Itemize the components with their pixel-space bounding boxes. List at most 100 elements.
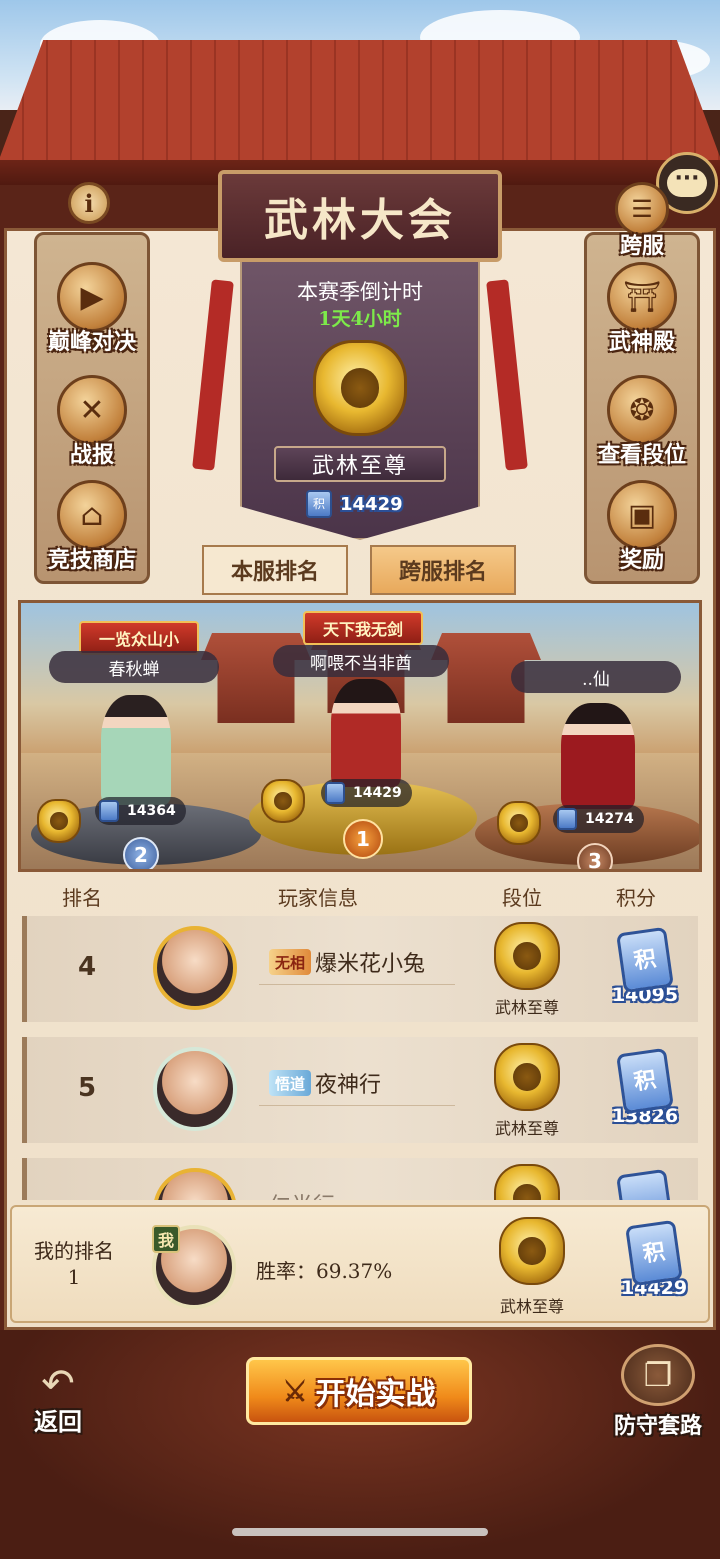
first-title-badge: 天下我无剑 bbox=[303, 611, 423, 645]
first-score: 14429 bbox=[321, 779, 412, 807]
martial-god-hall-button[interactable]: ⛩ 武神殿 bbox=[582, 262, 702, 356]
header-tier: 段位 bbox=[502, 885, 542, 910]
tab-local-server-ranking[interactable]: 本服排名 bbox=[202, 545, 348, 595]
tier-badge-icon bbox=[494, 922, 560, 990]
fighter-third-avatar[interactable] bbox=[561, 703, 635, 809]
player-info: 悟道 夜神行 bbox=[269, 1067, 381, 1099]
third-score-value: 14274 bbox=[585, 811, 634, 827]
row-score: 积 14095 bbox=[597, 926, 693, 1006]
second-tier-badge-icon bbox=[37, 799, 81, 843]
score-token-icon: 积 bbox=[625, 1219, 683, 1287]
rank-medal-second: 2 bbox=[123, 837, 159, 869]
countdown-value: 1天4小时 bbox=[318, 308, 402, 330]
third-score: 14274 bbox=[553, 805, 644, 833]
arena-shop-label: 竞技商店 bbox=[47, 547, 136, 573]
view-tier-button[interactable]: ❂ 查看段位 bbox=[582, 375, 702, 469]
row-tier-name: 武林至尊 bbox=[494, 998, 559, 1017]
second-title-badge: 一览众山小 bbox=[79, 621, 199, 655]
arena-shop-button[interactable]: ⌂ 竞技商店 bbox=[32, 480, 152, 574]
first-score-value: 14429 bbox=[353, 785, 402, 801]
my-rank-label: 我的排名 bbox=[34, 1239, 114, 1263]
table-row[interactable]: 4 无相 爆米花小兔 武林至尊 积 14095 bbox=[22, 916, 698, 1022]
player-name: 爆米花小兔 bbox=[315, 952, 426, 977]
rewards-label: 奖励 bbox=[619, 547, 664, 573]
back-label: 返回 bbox=[34, 1407, 82, 1436]
win-rate: 胜率：69.37% bbox=[256, 1259, 393, 1283]
player-avatar[interactable] bbox=[153, 926, 237, 1010]
row-tier: 武林至尊 bbox=[477, 922, 577, 1018]
tab-cross-server-ranking[interactable]: 跨服排名 bbox=[370, 545, 516, 595]
martial-god-hall-label: 武神殿 bbox=[608, 329, 675, 355]
peak-duel-button[interactable]: ▶ 巅峰对决 bbox=[32, 262, 152, 356]
hall-icon: ⛩ bbox=[607, 262, 677, 332]
tab-cross-label: 跨服排名 bbox=[398, 559, 487, 585]
table-row[interactable]: 仁半行 bbox=[22, 1158, 698, 1200]
treasure-chest-icon: ▣ bbox=[607, 480, 677, 550]
divider bbox=[259, 1105, 455, 1106]
row-rank: 5 bbox=[77, 1073, 97, 1103]
table-row[interactable]: 5 悟道 夜神行 武林至尊 积 13826 bbox=[22, 1037, 698, 1143]
second-score: 14364 bbox=[95, 797, 186, 825]
row-score bbox=[597, 1168, 693, 1200]
crossed-swords-scroll-icon: ✕ bbox=[57, 375, 127, 445]
fighter-second-avatar[interactable] bbox=[101, 695, 171, 805]
play-icon: ▶ bbox=[57, 262, 127, 332]
my-score: 积 14429 bbox=[606, 1219, 702, 1299]
crossed-swords-icon: ⚔ bbox=[282, 1374, 308, 1408]
fighter-first-avatar[interactable] bbox=[331, 679, 401, 787]
battle-report-button[interactable]: ✕ 战报 bbox=[32, 375, 152, 469]
my-rank-value: 1 bbox=[67, 1265, 81, 1289]
rank-medal-first: 1 bbox=[343, 819, 383, 859]
player-name: 仁半行 bbox=[269, 1188, 335, 1200]
start-battle-button[interactable]: ⚔ 开始实战 bbox=[246, 1357, 472, 1425]
tier-badge-icon bbox=[494, 1164, 560, 1200]
my-rank-panel: 我的排名 1 我 胜率：69.37% 武林至尊 积 14429 bbox=[10, 1205, 710, 1323]
third-player-name: ..仙 bbox=[511, 661, 681, 693]
score-token-icon: 积 bbox=[616, 926, 674, 994]
countdown-label: 本赛季倒计时 bbox=[297, 280, 423, 304]
player-avatar[interactable] bbox=[153, 1168, 237, 1200]
header-player: 玩家信息 bbox=[278, 885, 358, 910]
third-tier-badge-icon bbox=[497, 801, 541, 845]
rank-medal-third: 3 bbox=[577, 843, 613, 869]
defense-routine-label: 防守套路 bbox=[613, 1413, 702, 1439]
score-token-icon: 积 bbox=[306, 490, 332, 518]
first-player-name: 啊喂不当非酋 bbox=[273, 645, 449, 677]
top-three-podium: 一览众山小 天下我无剑 春秋蝉 啊喂不当非酋 ..仙 14364 14429 1… bbox=[18, 600, 702, 872]
player-title-tag: 悟道 bbox=[269, 1070, 312, 1096]
second-score-value: 14364 bbox=[127, 803, 176, 819]
info-button[interactable]: i bbox=[68, 182, 110, 224]
defense-routine-button[interactable]: ❐ 防守套路 bbox=[598, 1344, 718, 1444]
shop-icon: ⌂ bbox=[57, 480, 127, 550]
my-tier-name: 武林至尊 bbox=[499, 1297, 564, 1316]
row-tier bbox=[477, 1164, 577, 1200]
home-indicator[interactable] bbox=[232, 1528, 488, 1536]
player-title-tag: 无相 bbox=[269, 949, 312, 975]
player-name: 夜神行 bbox=[315, 1073, 382, 1098]
score-token-icon bbox=[616, 1168, 674, 1200]
divider bbox=[259, 984, 455, 985]
header-rank: 排名 bbox=[62, 885, 102, 910]
ranking-table-header: 排名 玩家信息 段位 积分 bbox=[18, 876, 702, 916]
ranking-list[interactable]: 4 无相 爆米花小兔 武林至尊 积 14095 5 悟道 夜神行 武林至尊 积 bbox=[22, 916, 698, 1200]
back-button[interactable]: ↶ 返回 bbox=[18, 1362, 98, 1438]
cross-server-label: 跨服 bbox=[619, 233, 664, 259]
row-score: 积 13826 bbox=[597, 1047, 693, 1127]
rewards-button[interactable]: ▣ 奖励 bbox=[582, 480, 702, 574]
season-score: 积 14429 bbox=[306, 490, 426, 518]
player-info: 仁半行 bbox=[269, 1188, 335, 1200]
info-icon: i bbox=[84, 188, 94, 218]
row-tier-name: 武林至尊 bbox=[494, 1119, 559, 1138]
me-tag: 我 bbox=[152, 1225, 180, 1253]
my-tier: 武林至尊 bbox=[482, 1217, 582, 1317]
first-score-token-icon bbox=[325, 782, 345, 804]
tier-badge-icon bbox=[494, 1043, 560, 1111]
back-arrow-icon: ↶ bbox=[41, 1361, 75, 1407]
player-avatar[interactable] bbox=[153, 1047, 237, 1131]
tier-name-plate: 武林至尊 bbox=[274, 446, 446, 482]
cross-server-button[interactable]: ☰ 跨服 bbox=[582, 182, 702, 260]
tier-name: 武林至尊 bbox=[311, 454, 408, 479]
book-icon: ❐ bbox=[621, 1344, 695, 1406]
battle-report-label: 战报 bbox=[69, 442, 114, 468]
score-token-icon: 积 bbox=[616, 1047, 674, 1115]
